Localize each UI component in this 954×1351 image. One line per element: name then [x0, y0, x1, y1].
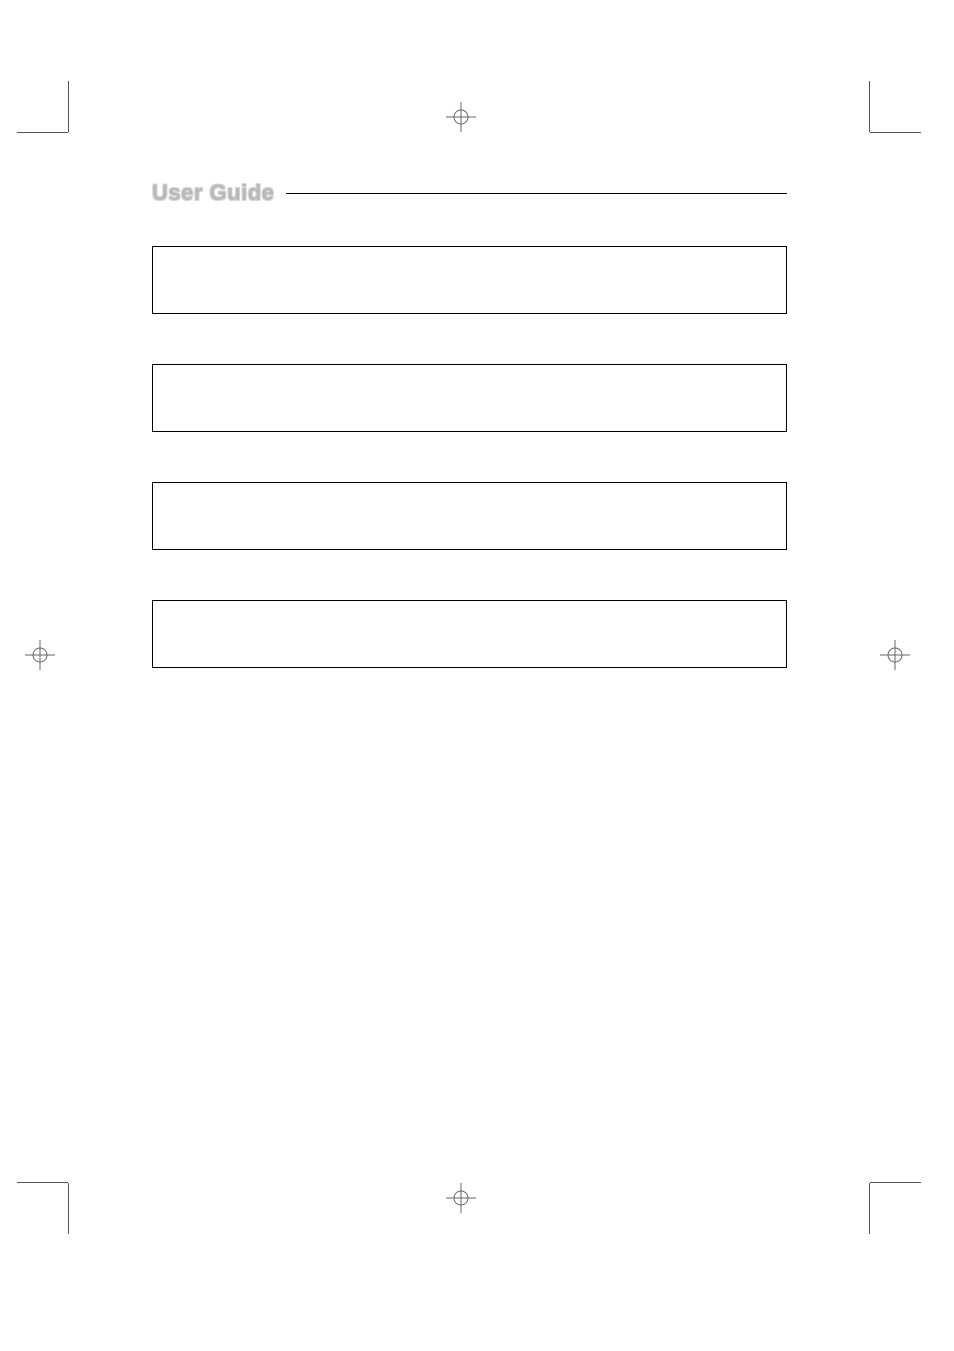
crop-mark [17, 132, 68, 133]
registration-mark-icon [880, 640, 910, 670]
registration-mark-icon [446, 102, 476, 132]
crop-mark [869, 1183, 870, 1234]
page-title: User Guide [152, 180, 274, 206]
empty-box [152, 482, 787, 550]
empty-box [152, 364, 787, 432]
header-rule [286, 193, 787, 194]
crop-mark [869, 81, 870, 132]
crop-mark [68, 1183, 69, 1234]
crop-mark [68, 81, 69, 132]
crop-mark [17, 1182, 68, 1183]
registration-mark-icon [446, 1183, 476, 1213]
page-header: User Guide [152, 180, 787, 206]
crop-mark [870, 132, 921, 133]
crop-mark [870, 1182, 921, 1183]
page-content: User Guide [152, 180, 787, 718]
empty-box [152, 600, 787, 668]
registration-mark-icon [25, 640, 55, 670]
empty-box [152, 246, 787, 314]
